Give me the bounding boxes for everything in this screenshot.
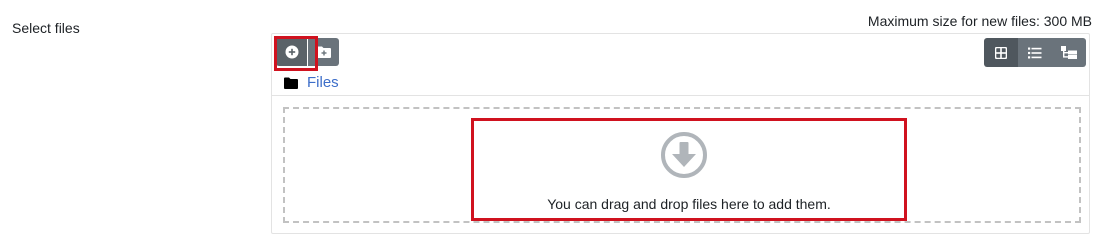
plus-circle-icon <box>285 45 298 59</box>
view-switcher <box>984 38 1086 67</box>
grid-icon <box>995 46 1007 59</box>
drop-zone-highlight: You can drag and drop files here to add … <box>471 118 907 221</box>
tree-view-button[interactable] <box>1052 38 1086 67</box>
folder-icon <box>284 77 298 89</box>
field-label: Select files <box>12 20 80 36</box>
download-arrow-icon <box>661 132 707 178</box>
drop-zone-text: You can drag and drop files here to add … <box>547 196 831 212</box>
add-file-button[interactable] <box>276 38 307 66</box>
folder-plus-icon <box>316 46 331 58</box>
file-picker-toolbar <box>272 34 1089 71</box>
drop-zone[interactable]: You can drag and drop files here to add … <box>283 107 1081 223</box>
file-picker-page: Select files Maximum size for new files:… <box>0 0 1116 251</box>
list-view-button[interactable] <box>1018 38 1052 67</box>
grid-view-button[interactable] <box>984 38 1018 67</box>
tree-icon <box>1061 45 1077 59</box>
path-bar: Files <box>272 70 1089 96</box>
list-icon <box>1028 47 1042 58</box>
max-size-text: Maximum size for new files: 300 MB <box>867 13 1092 29</box>
action-buttons <box>274 36 339 71</box>
files-path-link[interactable]: Files <box>307 74 339 91</box>
file-picker: Files You can drag and drop files here t… <box>271 33 1090 234</box>
create-folder-button[interactable] <box>308 38 339 66</box>
